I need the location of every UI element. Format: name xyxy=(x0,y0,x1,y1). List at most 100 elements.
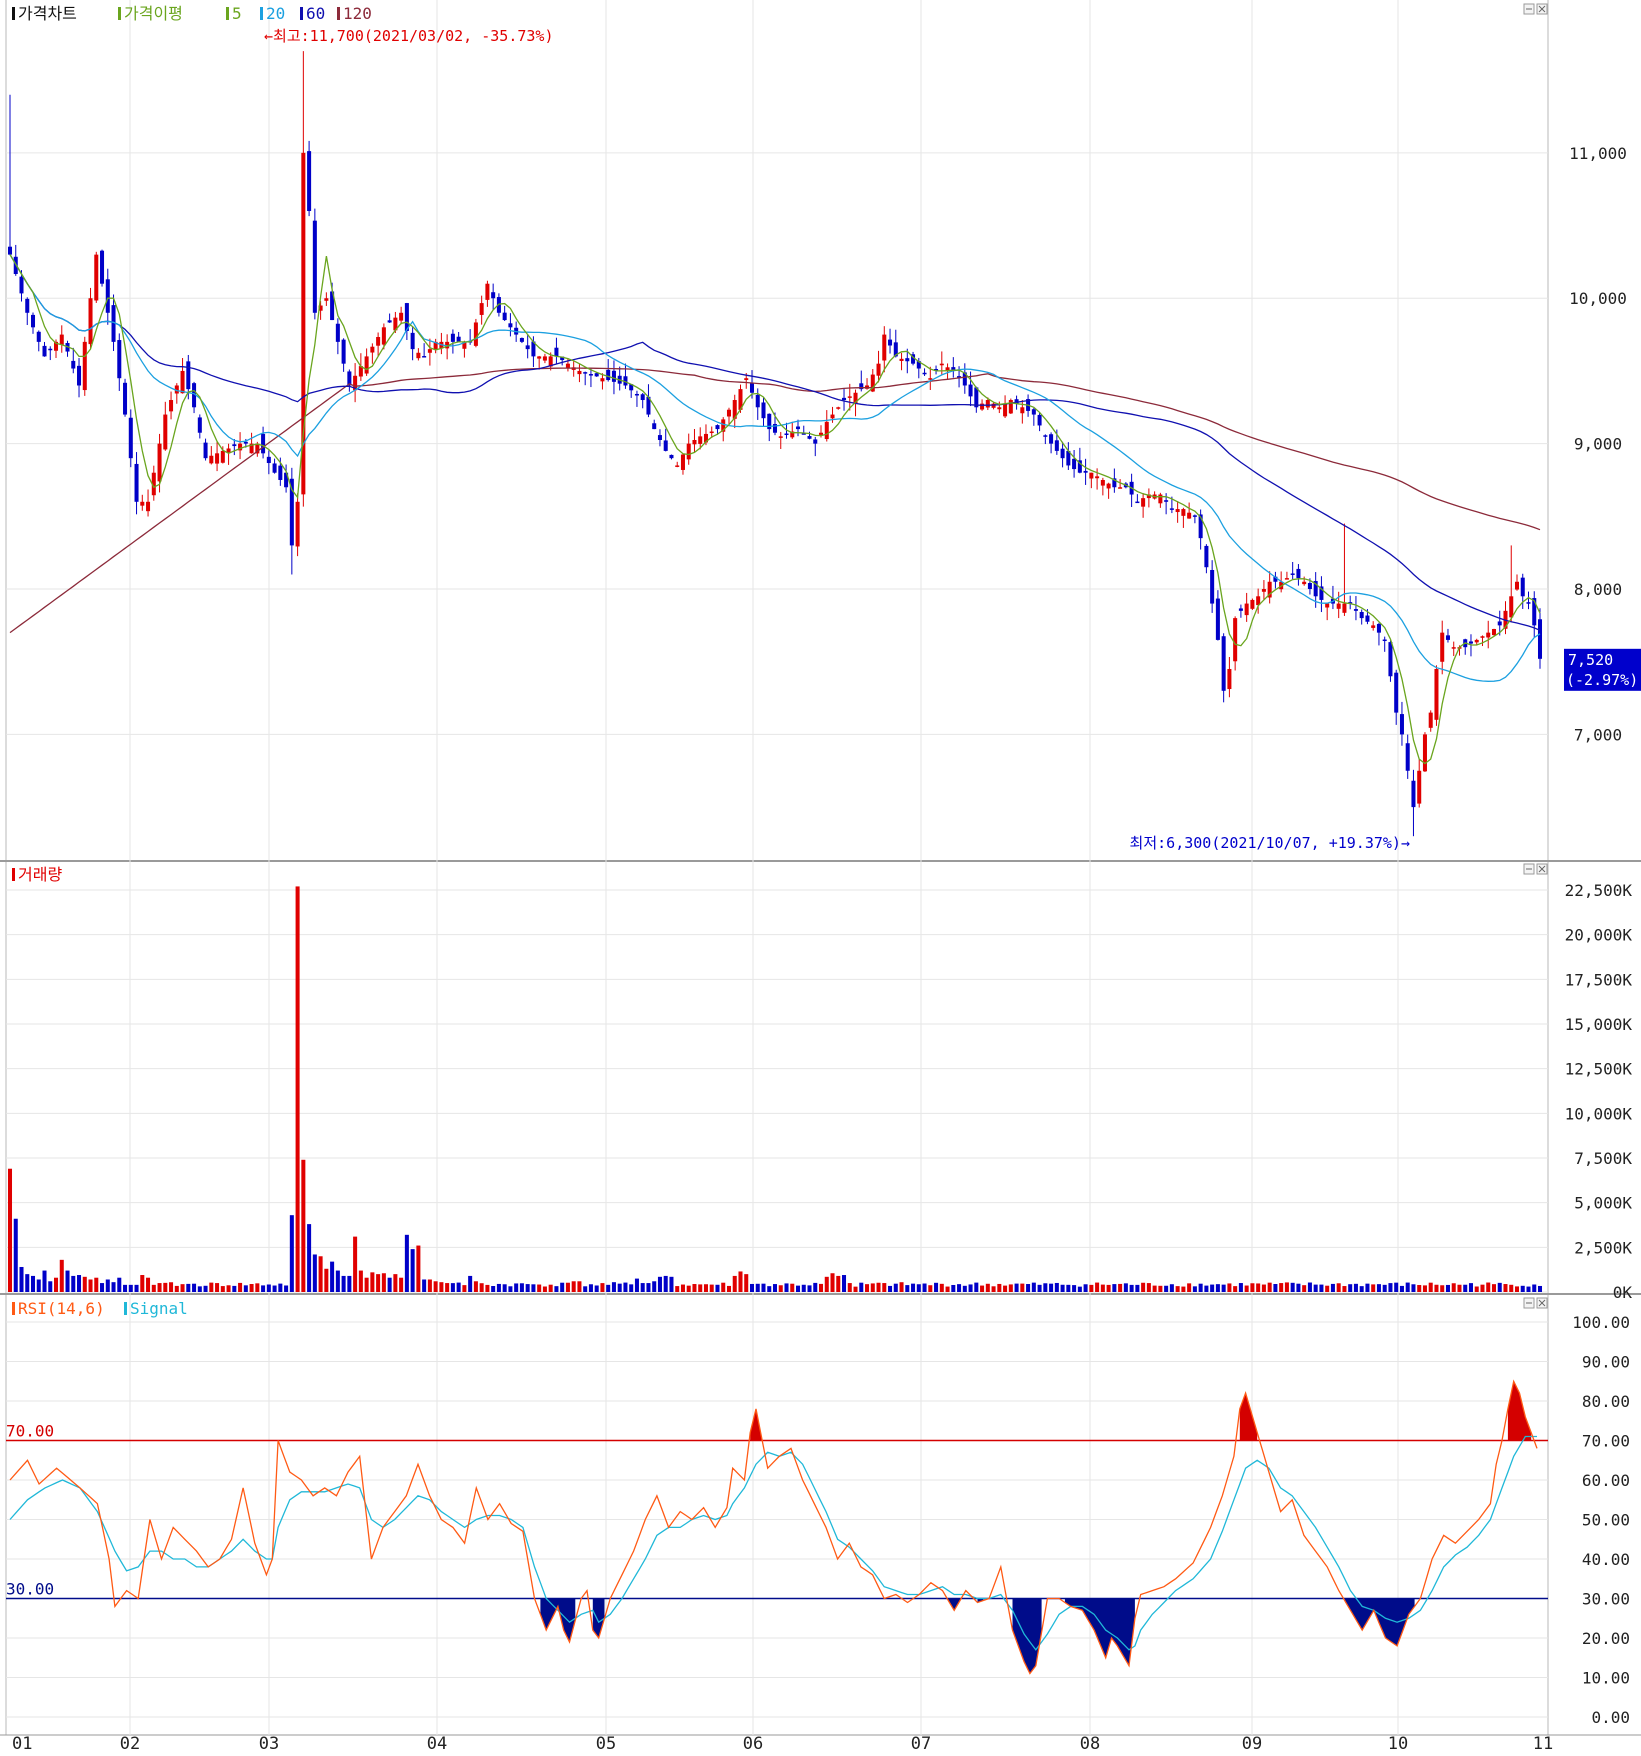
volume-bar xyxy=(577,1281,582,1292)
candle-body xyxy=(680,454,685,470)
candle-body xyxy=(1422,734,1427,772)
volume-bar xyxy=(813,1282,818,1292)
candle-body xyxy=(1158,494,1163,504)
volume-bar xyxy=(197,1286,202,1292)
volume-tick-label: 0K xyxy=(1613,1283,1633,1302)
volume-bar xyxy=(968,1284,973,1292)
volume-bar xyxy=(1003,1285,1008,1292)
volume-bar xyxy=(617,1283,622,1292)
volume-bar xyxy=(289,1215,294,1292)
rsi-tick-label: 70.00 xyxy=(1582,1432,1630,1451)
volume-bar xyxy=(220,1286,225,1292)
volume-bar xyxy=(928,1285,933,1292)
volume-bar xyxy=(807,1285,812,1292)
candle-body xyxy=(163,414,168,450)
price-tick-label: 8,000 xyxy=(1574,580,1622,599)
volume-bar xyxy=(1422,1285,1427,1292)
candle-body xyxy=(272,463,277,473)
candle-body xyxy=(1509,596,1514,618)
volume-bar xyxy=(1290,1282,1295,1292)
volume-bar xyxy=(709,1284,714,1292)
volume-bar xyxy=(59,1259,64,1292)
candle-body xyxy=(364,356,369,374)
candle-body xyxy=(974,387,979,408)
volume-bar xyxy=(853,1286,858,1292)
candle-body xyxy=(542,356,547,361)
volume-bar xyxy=(1267,1282,1272,1292)
volume-bar xyxy=(422,1279,427,1292)
volume-bar xyxy=(255,1283,260,1292)
candle-body xyxy=(939,363,944,366)
candle-body xyxy=(1342,603,1347,613)
volume-bar xyxy=(726,1285,731,1292)
volume-tick-label: 17,500K xyxy=(1565,970,1633,989)
volume-bar xyxy=(1359,1286,1364,1292)
rsi-tick-label: 60.00 xyxy=(1582,1471,1630,1490)
candle-body xyxy=(128,417,133,459)
price-tick-label: 7,000 xyxy=(1574,725,1622,744)
volume-bar xyxy=(703,1284,708,1292)
volume-bar xyxy=(778,1285,783,1292)
last-price-value: 7,520 xyxy=(1568,651,1613,669)
volume-bar xyxy=(393,1274,398,1292)
volume-bar xyxy=(1394,1282,1399,1292)
candle-body xyxy=(295,501,300,547)
volume-bar xyxy=(1313,1284,1318,1292)
month-label: 11 xyxy=(1533,1734,1553,1754)
candle-body xyxy=(312,220,317,313)
volume-bar xyxy=(939,1283,944,1292)
legend-label: 가격이평 xyxy=(124,4,183,23)
volume-bar xyxy=(1060,1284,1065,1292)
volume-bar xyxy=(663,1275,668,1292)
rsi-tick-label: 80.00 xyxy=(1582,1392,1630,1411)
volume-bar xyxy=(519,1283,524,1292)
volume-bar xyxy=(491,1286,496,1292)
volume-bar xyxy=(1026,1284,1031,1292)
candle-body xyxy=(565,363,570,369)
candle-body xyxy=(813,439,818,444)
volume-bar xyxy=(1491,1284,1496,1292)
candle-body xyxy=(1135,501,1140,504)
volume-bar xyxy=(957,1284,962,1292)
candle-body xyxy=(749,382,755,393)
candle-body xyxy=(82,341,87,391)
candle-body xyxy=(795,426,801,430)
volume-bar xyxy=(1463,1284,1468,1292)
candle-body xyxy=(1480,636,1485,638)
candle-body xyxy=(508,323,513,328)
volume-bar xyxy=(272,1285,277,1292)
volume-bar xyxy=(1302,1285,1307,1292)
volume-bar xyxy=(381,1273,386,1292)
volume-bar xyxy=(1376,1284,1381,1292)
volume-bar xyxy=(468,1275,473,1292)
candle-body xyxy=(1060,448,1065,459)
volume-bar xyxy=(640,1283,645,1292)
candle-body xyxy=(577,370,582,375)
candle-body xyxy=(473,322,478,346)
candle-body xyxy=(370,346,375,353)
volume-bar xyxy=(761,1283,766,1292)
volume-bar xyxy=(157,1283,162,1292)
candle-body xyxy=(77,365,82,386)
candle-body xyxy=(232,444,237,447)
candle-body xyxy=(784,433,789,435)
rsi-tick-label: 50.00 xyxy=(1582,1511,1630,1530)
volume-bar xyxy=(1503,1284,1508,1292)
volume-bar xyxy=(997,1283,1002,1292)
candle-body xyxy=(1164,500,1169,502)
volume-bar xyxy=(554,1286,559,1292)
volume-bar xyxy=(1307,1282,1312,1292)
candle-body xyxy=(1399,714,1404,735)
candle-body xyxy=(652,423,657,430)
rsi-lower-label: 30.00 xyxy=(6,1580,54,1599)
candle-body xyxy=(1405,743,1410,771)
volume-bar xyxy=(698,1284,703,1292)
candle-body xyxy=(1049,434,1054,444)
candle-body xyxy=(7,246,13,255)
candle-body xyxy=(324,298,329,301)
volume-bar xyxy=(611,1282,616,1292)
candle-body xyxy=(899,358,904,361)
candle-body xyxy=(1325,603,1330,608)
candle-body xyxy=(1100,479,1105,486)
volume-bar xyxy=(583,1286,588,1292)
